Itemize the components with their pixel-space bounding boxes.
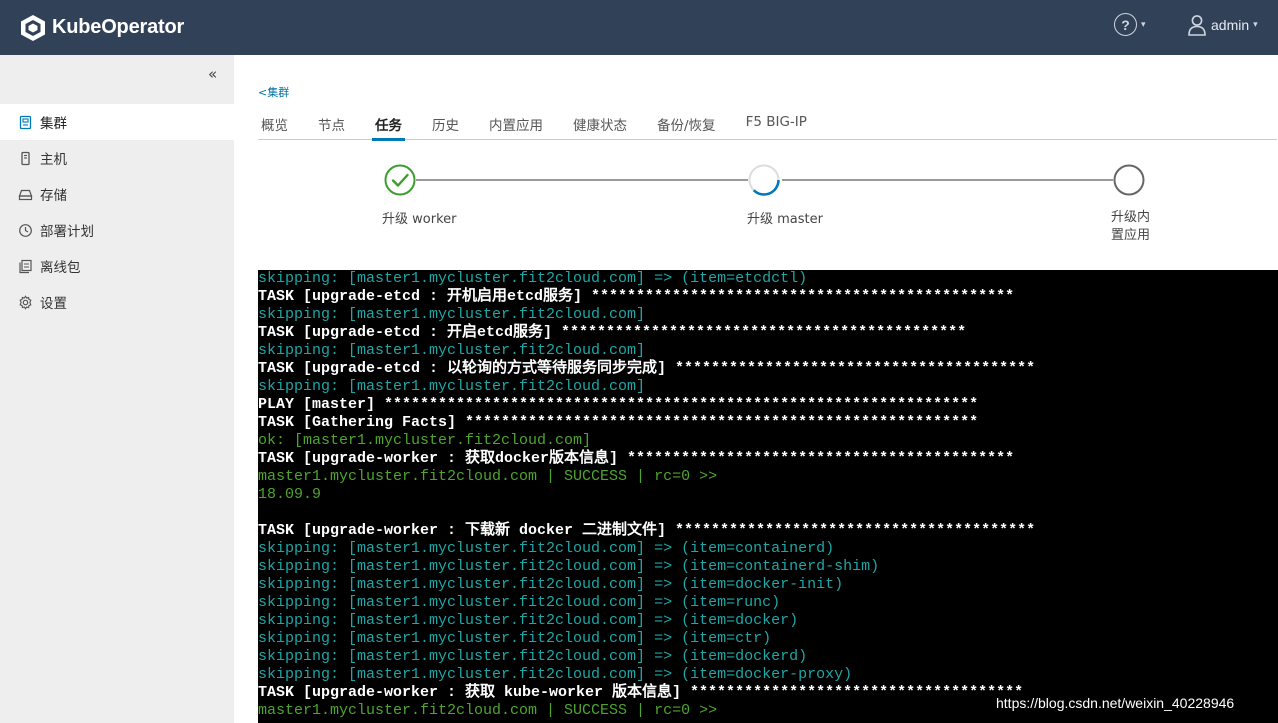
log-line: TASK [upgrade-etcd : 开机启用etcd服务] *******… [258,288,1015,305]
log-line: skipping: [master1.mycluster.fit2cloud.c… [258,378,646,395]
top-header: KubeOperator ? ▾ admin ▾ [0,0,1278,55]
sidebar-item-label: 集群 [40,116,67,132]
tab-backup-restore[interactable]: 备份/恢复 [657,106,716,140]
sidebar-item-plan[interactable]: 部署计划 [0,212,234,248]
log-line: TASK [upgrade-etcd : 开启etcd服务] *********… [258,324,967,341]
cluster-icon [19,115,32,129]
log-line: skipping: [master1.mycluster.fit2cloud.c… [258,594,781,611]
sidebar-item-label: 部署计划 [40,224,94,240]
user-name: admin [1211,17,1250,33]
log-line: skipping: [master1.mycluster.fit2cloud.c… [258,342,646,359]
log-line: 18.09.9 [258,486,322,503]
step-done-check-icon [384,164,416,196]
sidebar-item-label: 存储 [40,188,67,204]
log-line: skipping: [master1.mycluster.fit2cloud.c… [258,558,880,575]
sidebar-item-storage[interactable]: 存储 [0,176,234,212]
step-connector [416,179,748,181]
user-icon [1188,15,1206,36]
step-label: 升级 worker [382,212,457,227]
step-pending-icon [1113,164,1145,196]
log-line: skipping: [master1.mycluster.fit2cloud.c… [258,612,799,629]
sidebar-item-cluster[interactable]: 集群 [0,104,234,140]
tab-tasks[interactable]: 任务 [372,106,405,141]
step-label-line1: 升级内 [1111,210,1151,225]
log-line: ok: [master1.mycluster.fit2cloud.com] [258,432,592,449]
log-line: PLAY [master] **************************… [258,396,979,413]
chevron-down-icon: ▾ [1141,19,1146,30]
brand-name: KubeOperator [52,16,185,38]
sidebar-item-host[interactable]: 主机 [0,140,234,176]
sidebar-item-package[interactable]: 离线包 [0,248,234,284]
storage-icon [18,189,33,200]
log-line: TASK [upgrade-etcd : 以轮询的方式等待服务同步完成] ***… [258,360,1036,377]
log-line: skipping: [master1.mycluster.fit2cloud.c… [258,270,808,287]
tab-health[interactable]: 健康状态 [573,106,627,140]
log-line: skipping: [master1.mycluster.fit2cloud.c… [258,666,853,683]
log-line: skipping: [master1.mycluster.fit2cloud.c… [258,648,808,665]
sidebar-item-label: 设置 [40,296,67,312]
tab-overview[interactable]: 概览 [261,106,288,140]
sidebar-nav: 集群 主机 存储 部署计划 离线包 设置 [0,104,234,320]
chevron-down-icon: ▾ [1253,20,1258,30]
log-line: skipping: [master1.mycluster.fit2cloud.c… [258,630,772,647]
host-icon [21,151,30,165]
step-connector [782,179,1115,181]
sidebar-item-label: 主机 [40,152,67,168]
gear-icon [19,294,32,310]
plan-icon [19,223,32,237]
collapse-sidebar-icon[interactable]: « [208,65,217,83]
help-icon: ? [1114,13,1137,36]
log-line: skipping: [master1.mycluster.fit2cloud.c… [258,306,646,323]
tab-nodes[interactable]: 节点 [318,106,345,140]
breadcrumb-back-link[interactable]: <集群 [258,84,289,100]
tab-f5-big-ip[interactable]: F5 BIG-IP [746,106,807,140]
log-line: master1.mycluster.fit2cloud.com | SUCCES… [258,468,718,485]
kubeoperator-logo-icon [21,14,45,41]
step-in-progress-spinner-icon [748,164,780,196]
user-menu[interactable]: admin ▾ [1187,14,1258,36]
watermark: https://blog.csdn.net/weixin_40228946 [996,695,1235,711]
package-icon [19,259,32,273]
step-label: 升级 master [747,212,823,227]
tab-history[interactable]: 历史 [432,106,459,140]
log-line: TASK [upgrade-worker : 获取docker版本信息] ***… [258,450,1015,467]
step-label-line2: 置应用 [1111,228,1151,243]
log-line: TASK [Gathering Facts] *****************… [258,414,979,431]
sidebar-item-label: 离线包 [40,260,81,276]
sidebar-item-settings[interactable]: 设置 [0,284,234,320]
tab-bar: 概览 节点 任务 历史 内置应用 健康状态 备份/恢复 F5 BIG-IP [258,106,1277,141]
help-menu[interactable]: ? ▾ [1114,13,1146,36]
task-log-terminal[interactable]: skipping: [master1.mycluster.fit2cloud.c… [258,270,1278,723]
tab-builtin-apps[interactable]: 内置应用 [489,106,543,140]
sidebar: « 集群 主机 存储 部署计划 离线包 设置 [0,55,234,723]
log-line: TASK [upgrade-worker : 下载新 docker 二进制文件]… [258,522,1036,539]
upgrade-progress-steps: 升级 worker 升级 master 升级内 置应用 [258,140,1277,270]
log-line: skipping: [master1.mycluster.fit2cloud.c… [258,540,835,557]
brand[interactable]: KubeOperator [20,14,184,42]
log-lines: skipping: [master1.mycluster.fit2cloud.c… [258,270,1278,720]
log-line: skipping: [master1.mycluster.fit2cloud.c… [258,576,844,593]
